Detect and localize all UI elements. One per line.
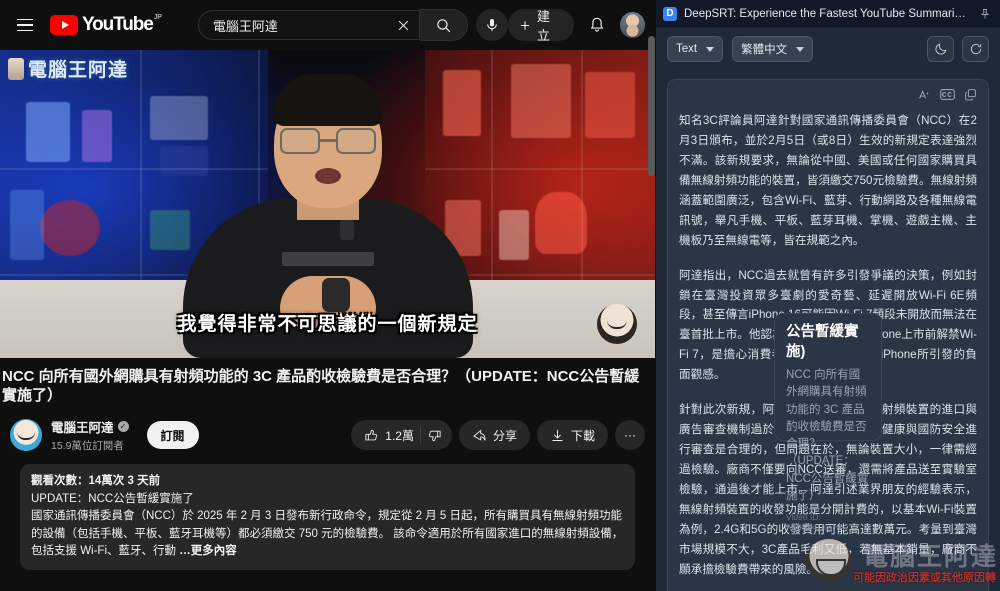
channel-info: 電腦王阿達 ✓ 15.9萬位訂閱者 (51, 417, 129, 453)
video-brand-text: 電腦王阿達 (28, 60, 129, 81)
search-input[interactable] (212, 17, 391, 33)
verified-icon: ✓ (117, 421, 129, 433)
download-button[interactable]: 下載 (536, 420, 608, 451)
channel-name: 電腦王阿達 (51, 421, 114, 436)
video-meta: NCC 向所有國外網購具有射頻功能的 3C 產品酌收檢驗費是否合理？（UPDAT… (0, 358, 655, 570)
like-dislike-group: 1.2萬 (351, 420, 452, 451)
panel-body[interactable]: 公告暫緩實施) NCC 向所有國外網購具有射頻功能的 3C 產品酌收檢驗費是否合… (656, 71, 1000, 591)
pin-icon[interactable] (977, 6, 993, 22)
close-icon[interactable] (391, 12, 417, 38)
font-size-icon[interactable] (918, 88, 931, 101)
plus-icon (520, 20, 530, 30)
presenter-badge-icon (597, 304, 637, 344)
avatar[interactable] (620, 12, 645, 38)
youtube-masthead: YouTube JP 電腦王阿達 建立 (0, 0, 655, 50)
more-actions-button[interactable]: ··· (615, 420, 645, 451)
chevron-down-icon (706, 46, 715, 52)
bell-icon[interactable] (582, 9, 612, 41)
summary-header-card: 公告暫緩實施) NCC 向所有國外網購具有射頻功能的 3C 產品酌收檢驗費是否合… (774, 313, 882, 532)
download-label: 下載 (570, 428, 595, 443)
owner-row: 電腦王阿達 ✓ 15.9萬位訂閱者 訂閱 1.2萬 分享 下載 ··· (10, 417, 645, 453)
video-subtitle: 我覺得非常不可思議的一個新規定 (177, 314, 478, 335)
summary-body-tools (679, 87, 977, 102)
description-update-line: UPDATE：NCC公告暫緩實施了 (31, 492, 194, 505)
brand-mascot-icon (8, 57, 24, 80)
channel-avatar[interactable] (10, 419, 42, 452)
summary-title: 公告暫緩實施) (786, 324, 859, 360)
share-icon (473, 429, 486, 441)
language-select[interactable]: 繁體中文 (732, 36, 814, 62)
youtube-page: YouTube JP 電腦王阿達 建立 電腦王阿達 我覺得非常不可思議的一個新規… (0, 0, 655, 591)
panel-toolbar-actions (927, 36, 989, 62)
youtube-logo[interactable]: YouTube JP (50, 14, 162, 35)
show-more-link[interactable]: …更多內容 (179, 545, 237, 557)
description-body: 國家通訊傳播委員會（NCC）於 2025 年 2 月 3 日發布新行政命令，規定… (31, 510, 624, 558)
summary-paragraph: 知名3C評論員阿達針對國家通訊傳播委員會（NCC）在2月3日頒布，並於2月5日（… (679, 114, 977, 247)
chevron-down-icon (796, 46, 805, 52)
subscriber-count: 15.9萬位訂閱者 (51, 440, 124, 453)
thumbs-up-icon[interactable] (364, 428, 379, 443)
panel-titlebar: D DeepSRT: Experience the Fastest YouTub… (656, 0, 1000, 27)
create-button[interactable]: 建立 (507, 9, 575, 43)
summary-subtitle: NCC 向所有國外網購具有射頻功能的 3C 產品酌收檢驗費是否合理？（UPDAT… (786, 369, 869, 502)
refresh-icon[interactable] (962, 36, 989, 62)
views-and-date: 觀看次數：14萬次 3 天前 (31, 475, 161, 488)
deepsrt-panel: D DeepSRT: Experience the Fastest YouTub… (655, 0, 1000, 591)
share-label: 分享 (492, 428, 517, 443)
search-box[interactable] (197, 10, 420, 40)
subscribe-button[interactable]: 訂閱 (146, 421, 199, 450)
masthead-actions: 建立 (507, 9, 649, 43)
search-area (197, 9, 508, 41)
moon-icon[interactable] (927, 36, 954, 62)
screen: YouTube JP 電腦王阿達 建立 電腦王阿達 我覺得非常不可思議的一個新規… (0, 0, 1000, 591)
share-button[interactable]: 分享 (458, 420, 530, 451)
microphone-icon[interactable] (475, 9, 508, 41)
video-actions: 1.2萬 分享 下載 ··· (351, 420, 645, 451)
channel-name-row[interactable]: 電腦王阿達 ✓ (51, 417, 129, 436)
deepsrt-logo-icon: D (663, 6, 677, 21)
thumbs-down-icon[interactable] (427, 428, 442, 443)
video-id-label: Video ID: A8bG54UceHA (786, 512, 845, 533)
like-count: 1.2萬 (385, 428, 414, 443)
page-scrollbar[interactable] (648, 36, 655, 176)
create-button-label: 建立 (536, 9, 550, 43)
youtube-play-icon (50, 15, 78, 35)
panel-title-text: DeepSRT: Experience the Fastest YouTube … (684, 7, 970, 20)
divider (419, 426, 421, 444)
youtube-country-code: JP (153, 14, 162, 21)
youtube-logo-text: YouTube (82, 14, 154, 35)
video-brand-overlay: 電腦王阿達 (8, 55, 128, 82)
page-title: NCC 向所有國外網購具有射頻功能的 3C 產品酌收檢驗費是否合理？（UPDAT… (2, 368, 640, 405)
mode-select-value: Text (676, 43, 698, 55)
hamburger-icon[interactable] (8, 8, 42, 42)
copy-icon[interactable] (964, 88, 977, 101)
panel-toolbar: Text 繁體中文 (656, 27, 1000, 71)
download-icon (552, 429, 563, 441)
cc-icon[interactable] (940, 88, 955, 101)
video-player[interactable]: 電腦王阿達 我覺得非常不可思議的一個新規定 (0, 50, 655, 358)
video-description[interactable]: 觀看次數：14萬次 3 天前 UPDATE：NCC公告暫緩實施了 國家通訊傳播委… (20, 464, 635, 570)
mode-select[interactable]: Text (667, 36, 724, 62)
search-icon[interactable] (419, 9, 468, 41)
language-select-value: 繁體中文 (741, 44, 788, 56)
